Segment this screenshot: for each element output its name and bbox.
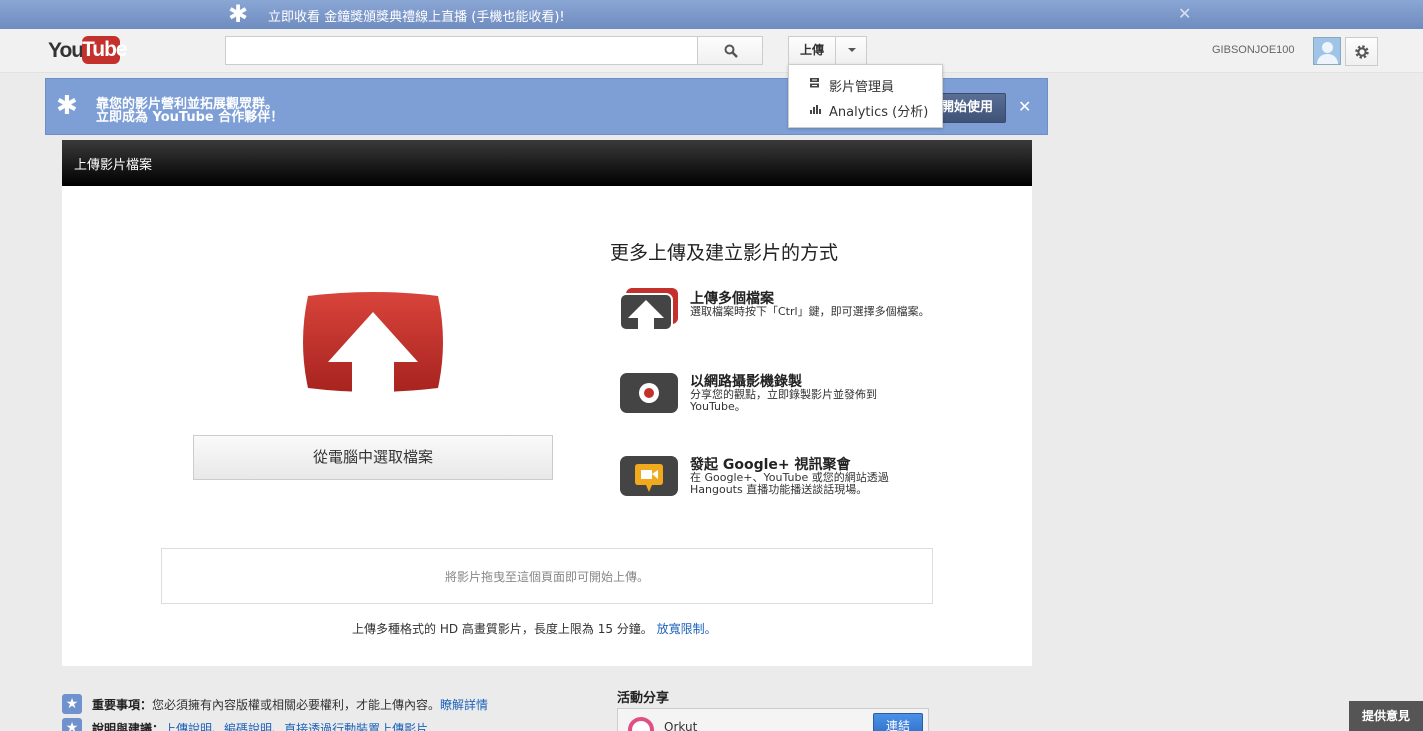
drop-zone[interactable]: 將影片拖曳至這個頁面即可開始上傳。 bbox=[161, 548, 933, 604]
asterisk-icon: ✱ bbox=[56, 91, 78, 121]
settings-button[interactable] bbox=[1345, 37, 1378, 66]
connect-button[interactable]: 連結 bbox=[873, 713, 923, 731]
close-icon[interactable]: ✕ bbox=[1018, 97, 1031, 116]
avatar[interactable] bbox=[1313, 37, 1341, 65]
hd-info: 上傳多種格式的 HD 高畫質影片，長度上限為 15 分鐘。 放寬限制。 bbox=[352, 620, 717, 637]
youtube-logo[interactable]: You Tube bbox=[48, 36, 128, 64]
upload-panel-header: 上傳影片檔案 bbox=[62, 140, 1032, 186]
upload-panel: 從電腦中選取檔案 更多上傳及建立影片的方式 上傳多個檔案 選取檔案時按下「Ctr… bbox=[62, 186, 1032, 666]
upload-help-link[interactable]: 上傳說明 bbox=[164, 722, 212, 731]
partner-message-cta: 立即成為 YouTube 合作夥伴！ bbox=[96, 110, 284, 125]
option-description: 選取檔案時按下「Ctrl」鍵，即可選擇多個檔案。 bbox=[690, 305, 930, 318]
hangout-icon[interactable] bbox=[618, 454, 680, 500]
more-ways-title: 更多上傳及建立影片的方式 bbox=[610, 242, 839, 264]
asterisk-icon: ✱ bbox=[228, 0, 249, 28]
video-manager-icon bbox=[810, 78, 819, 88]
learn-more-link[interactable]: 瞭解詳情 bbox=[440, 698, 488, 712]
hd-info-text: 上傳多種格式的 HD 高畫質影片，長度上限為 15 分鐘。 bbox=[352, 622, 653, 636]
upload-dropdown-menu: 影片管理員 Analytics (分析) bbox=[788, 64, 943, 128]
encoding-help-link[interactable]: 編碼說明 bbox=[224, 722, 272, 731]
option-description: 在 Google+、YouTube 或您的網站透過 Hangouts 直播功能播… bbox=[690, 471, 889, 496]
drop-zone-text: 將影片拖曳至這個頁面即可開始上傳。 bbox=[444, 570, 649, 584]
mobile-upload-link[interactable]: 直接透過行動裝置上傳影片 bbox=[284, 722, 428, 731]
star-icon: ★ bbox=[62, 718, 82, 731]
announcement-link[interactable]: 立即收看 金鐘獎頒獎典禮線上直播 (手機也能收看)! bbox=[268, 6, 565, 25]
orkut-icon bbox=[628, 717, 654, 731]
search-icon bbox=[724, 44, 738, 58]
search-button[interactable] bbox=[697, 36, 763, 65]
service-name: Orkut bbox=[664, 720, 698, 731]
upload-button[interactable]: 上傳 bbox=[788, 36, 836, 65]
option-description: 分享您的觀點，立即錄製影片並發佈到 YouTube。 bbox=[690, 388, 877, 413]
multiple-upload-icon[interactable] bbox=[618, 288, 680, 334]
star-icon: ★ bbox=[62, 694, 82, 714]
masthead: You Tube 上傳 GIBSONJOE100 bbox=[0, 29, 1423, 73]
option-hangout: 發起 Google+ 視訊聚會 在 Google+、YouTube 或您的網站透… bbox=[618, 454, 948, 514]
page-title: 上傳影片檔案 bbox=[74, 158, 153, 173]
search-input[interactable] bbox=[225, 36, 698, 65]
upload-arrow-icon[interactable] bbox=[298, 290, 448, 394]
webcam-record-icon[interactable] bbox=[618, 371, 680, 417]
username-link[interactable]: GIBSONJOE100 bbox=[1212, 44, 1295, 56]
orkut-row: Orkut 連結 bbox=[617, 708, 929, 731]
feedback-button[interactable]: 提供意見 bbox=[1349, 701, 1423, 731]
activity-sharing-title: 活動分享 bbox=[617, 691, 670, 706]
increase-limit-link[interactable]: 放寬限制。 bbox=[657, 622, 717, 636]
select-files-button[interactable]: 從電腦中選取檔案 bbox=[193, 435, 553, 480]
gear-icon bbox=[1355, 45, 1369, 59]
close-icon[interactable]: ✕ bbox=[1178, 4, 1191, 23]
chevron-down-icon bbox=[848, 48, 856, 52]
bar-chart-icon bbox=[810, 105, 821, 114]
option-webcam: 以網路攝影機錄製 分享您的觀點，立即錄製影片並發佈到 YouTube。 bbox=[618, 371, 948, 431]
announcement-bar: ✱ 立即收看 金鐘獎頒獎典禮線上直播 (手機也能收看)! ✕ bbox=[0, 0, 1423, 29]
upload-menu-button[interactable] bbox=[835, 36, 867, 65]
option-multiple-files: 上傳多個檔案 選取檔案時按下「Ctrl」鍵，即可選擇多個檔案。 bbox=[618, 288, 948, 348]
